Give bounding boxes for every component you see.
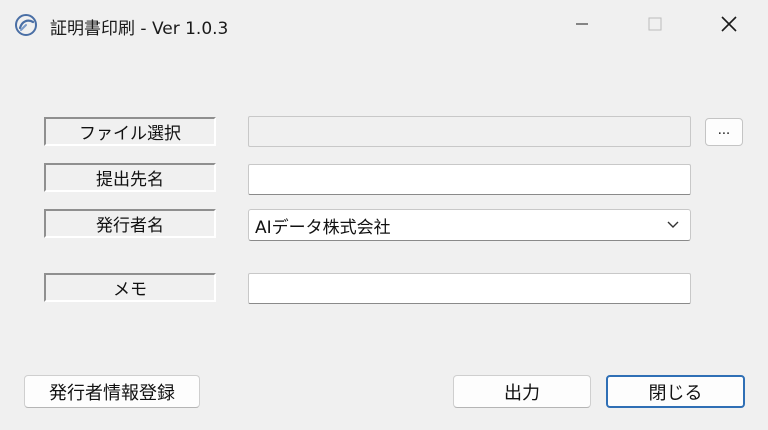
browse-button[interactable]: ...: [705, 118, 743, 146]
app-window: 証明書印刷 - Ver 1.0.3 ファイル選択 ... 提出先名 発行者名 A…: [0, 0, 768, 430]
memo-label: メモ: [44, 273, 216, 302]
window-title: 証明書印刷 - Ver 1.0.3: [50, 19, 229, 39]
chevron-down-icon: [667, 221, 679, 228]
app-logo-icon: [14, 13, 38, 37]
close-window-button[interactable]: [706, 0, 752, 48]
memo-input[interactable]: [248, 273, 691, 304]
minimize-button[interactable]: [559, 0, 605, 48]
close-button[interactable]: 閉じる: [606, 375, 745, 408]
register-issuer-button[interactable]: 発行者情報登録: [24, 375, 200, 408]
file-select-label: ファイル選択: [44, 117, 216, 146]
close-icon: [721, 16, 737, 32]
output-button[interactable]: 出力: [453, 375, 591, 408]
issuer-selected-value: AIデータ株式会社: [255, 217, 391, 238]
minimize-icon: [576, 23, 588, 25]
maximize-button[interactable]: [632, 0, 678, 48]
recipient-label: 提出先名: [44, 163, 216, 192]
title-bar[interactable]: 証明書印刷 - Ver 1.0.3: [0, 0, 768, 48]
maximize-icon: [648, 17, 662, 31]
issuer-select[interactable]: AIデータ株式会社: [248, 209, 691, 241]
recipient-input[interactable]: [248, 164, 691, 195]
file-path-field: [248, 116, 691, 147]
issuer-label: 発行者名: [44, 209, 216, 238]
